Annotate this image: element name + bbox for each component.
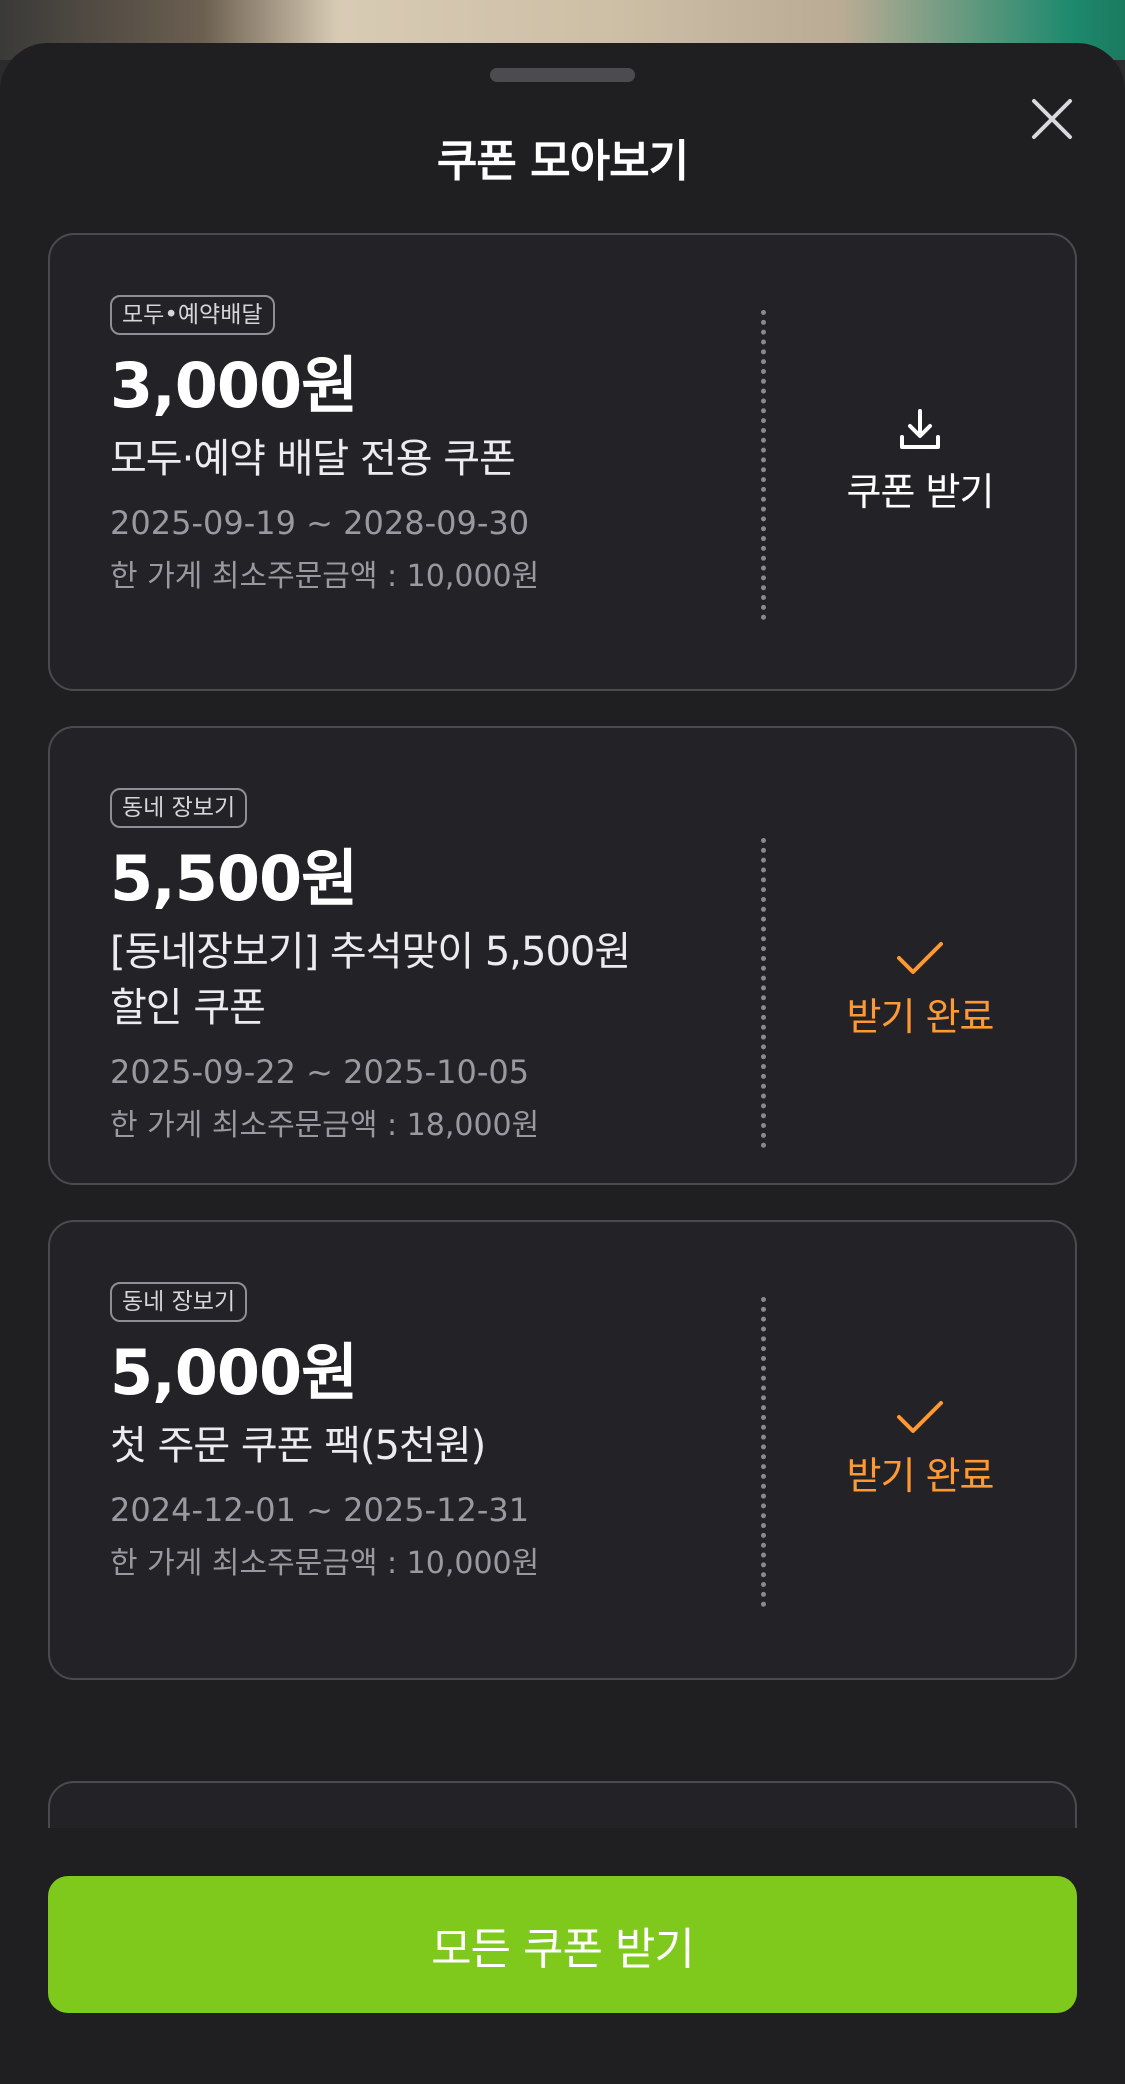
coupon-name: 모두·예약 배달 전용 쿠폰 bbox=[110, 436, 516, 482]
coupon-min-order: 한 가게 최소주문금액 : 10,000원 bbox=[110, 1546, 540, 1581]
get-coupon-label: 쿠폰 받기 bbox=[846, 470, 995, 514]
received-status: 받기 완료 bbox=[790, 938, 1050, 1042]
sheet-title: 쿠폰 모아보기 bbox=[436, 136, 689, 187]
coupon-name: [동네장보기] 추석맞이 5,500원 할인 쿠폰 bbox=[110, 929, 631, 1031]
coupon-amount: 5,500원 bbox=[110, 842, 358, 915]
download-icon bbox=[896, 409, 944, 457]
coupon-period: 2025-09-19 ~ 2028-09-30 bbox=[110, 504, 530, 542]
coupon-card: 동네 장보기 5,000원 첫 주문 쿠폰 팩(5천원) 2024-12-01 … bbox=[48, 1220, 1077, 1680]
coupon-tag: 동네 장보기 bbox=[110, 1282, 248, 1322]
coupon-card: 모두•예약배달 3,000원 모두·예약 배달 전용 쿠폰 2025-09-19… bbox=[48, 233, 1077, 691]
coupon-min-order: 한 가게 최소주문금액 : 18,000원 bbox=[110, 1108, 540, 1143]
coupon-name: 첫 주문 쿠폰 팩(5천원) bbox=[110, 1423, 486, 1469]
coupon-tag: 동네 장보기 bbox=[110, 788, 248, 828]
coupon-tag: 모두•예약배달 bbox=[110, 295, 275, 335]
dotted-divider bbox=[761, 310, 766, 620]
check-icon bbox=[895, 1401, 945, 1441]
coupon-card: 동네 장보기 5,500원 [동네장보기] 추석맞이 5,500원 할인 쿠폰 … bbox=[48, 726, 1077, 1185]
received-label: 받기 완료 bbox=[846, 995, 995, 1039]
check-icon bbox=[895, 942, 945, 982]
coupon-min-order: 한 가게 최소주문금액 : 10,000원 bbox=[110, 559, 540, 594]
get-all-coupons-button[interactable]: 모든 쿠폰 받기 bbox=[48, 1876, 1077, 2013]
received-label: 받기 완료 bbox=[846, 1454, 995, 1498]
coupon-period: 2025-09-22 ~ 2025-10-05 bbox=[110, 1053, 530, 1091]
drag-handle[interactable] bbox=[490, 68, 635, 82]
coupon-amount: 3,000원 bbox=[110, 349, 358, 422]
coupon-card-partial bbox=[48, 1781, 1077, 1828]
coupon-list[interactable]: 모두•예약배달 3,000원 모두·예약 배달 전용 쿠폰 2025-09-19… bbox=[48, 190, 1077, 1828]
get-coupon-button[interactable]: 쿠폰 받기 bbox=[790, 405, 1050, 517]
received-status: 받기 완료 bbox=[790, 1397, 1050, 1501]
dotted-divider bbox=[761, 838, 766, 1148]
coupon-amount: 5,000원 bbox=[110, 1336, 358, 1409]
dotted-divider bbox=[761, 1297, 766, 1607]
coupon-period: 2024-12-01 ~ 2025-12-31 bbox=[110, 1491, 530, 1529]
